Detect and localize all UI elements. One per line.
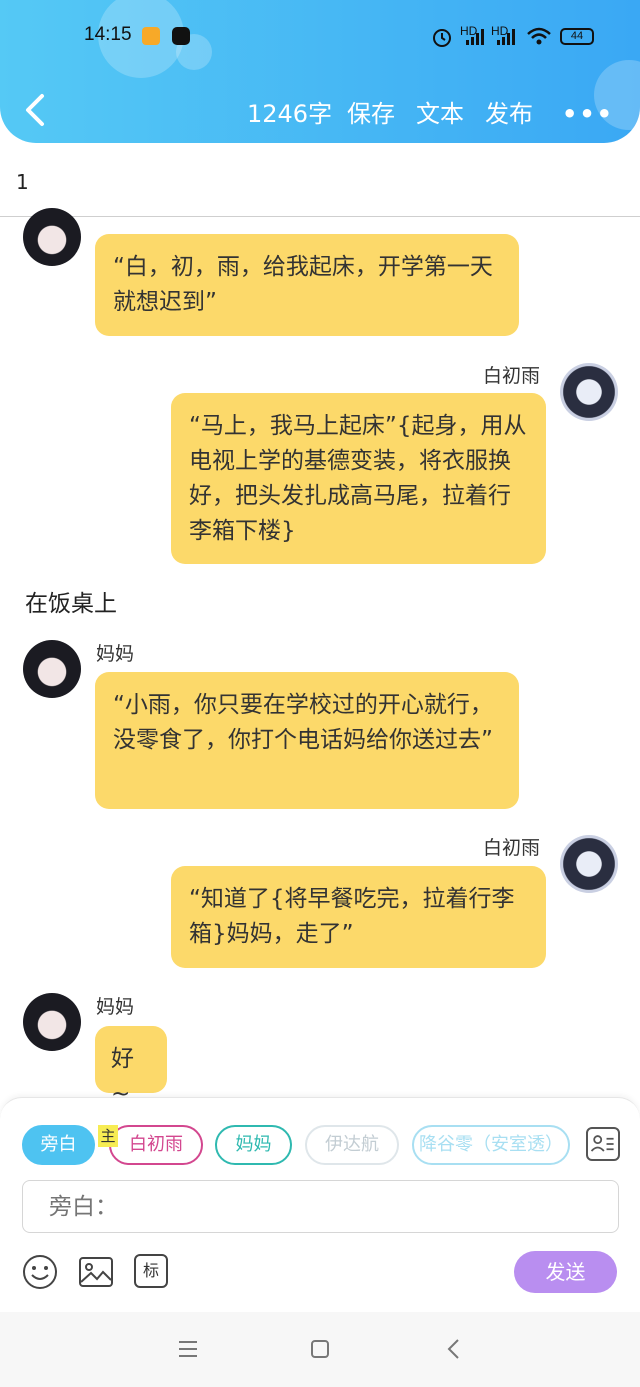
word-count: 1246字 [247,100,333,128]
app-header: 14:15 HD HD 44 1246字 保存 文本 发布 ••• [0,0,640,143]
divider [0,216,640,217]
alarm-icon [433,29,451,47]
recent-apps-icon[interactable] [178,1340,198,1358]
send-button[interactable]: 发送 [514,1251,617,1293]
message-bubble[interactable]: “知道了{将早餐吃完，拉着行李箱}妈妈，走了” [171,866,546,968]
publish-button[interactable]: 发布 [485,94,533,129]
role-chip-bai-chuyu[interactable]: 白初雨 [109,1125,203,1165]
more-options-button[interactable]: ••• [562,100,614,128]
sender-name: 白初雨 [483,837,541,859]
message-bubble[interactable]: “小雨，你只要在学校过的开心就行，没零食了，你打个电话妈给你送过去” [95,672,519,809]
avatar-mom[interactable] [23,640,81,698]
message-bubble[interactable]: “马上，我马上起床”{起身，用从电视上学的基德变装，将衣服换好，把头发扎成高马尾… [171,393,546,564]
avatar-bai-chuyu[interactable] [560,835,618,893]
role-chip-jianggu[interactable]: 降谷零（安室透） [412,1125,570,1165]
role-chip-narrator[interactable]: 旁白 [22,1125,95,1165]
emoji-icon[interactable] [22,1254,58,1290]
screen: 14:15 HD HD 44 1246字 保存 文本 发布 ••• 1 “白，初… [0,0,640,1387]
sender-name: 白初雨 [483,365,541,387]
tiktok-icon [172,27,190,45]
status-time: 14:15 [84,24,132,45]
system-back-icon[interactable] [446,1338,462,1360]
wifi-icon [527,27,551,45]
role-manager-icon[interactable] [586,1127,620,1161]
sender-name: 妈妈 [96,643,135,665]
role-chip-yida[interactable]: 伊达航 [305,1125,399,1165]
signal-icon-2 [497,29,515,45]
message-input[interactable] [22,1180,619,1233]
avatar-bai-chuyu[interactable] [560,363,618,421]
image-icon[interactable] [78,1254,114,1290]
narration-text[interactable]: 在饭桌上 [25,584,117,618]
sender-name: 妈妈 [96,996,135,1018]
avatar-mom[interactable] [23,993,81,1051]
message-bubble[interactable]: 好~ [95,1026,167,1107]
role-chip-mom[interactable]: 妈妈 [215,1125,292,1165]
save-button[interactable]: 保存 [347,94,395,129]
chapter-title[interactable]: 1 [16,170,29,194]
system-nav-bar [0,1312,640,1387]
battery-indicator: 44 [560,28,594,45]
avatar-mom[interactable] [23,208,81,266]
main-character-badge: 主 [98,1125,118,1147]
signal-icon [466,29,484,45]
tag-button[interactable]: 标 [134,1254,168,1288]
home-icon[interactable] [310,1339,330,1359]
message-notification-icon [142,27,160,45]
text-button[interactable]: 文本 [416,94,464,129]
back-arrow-icon[interactable] [20,90,54,130]
message-bubble[interactable]: “白，初，雨，给我起床，开学第一天就想迟到” [95,234,519,336]
